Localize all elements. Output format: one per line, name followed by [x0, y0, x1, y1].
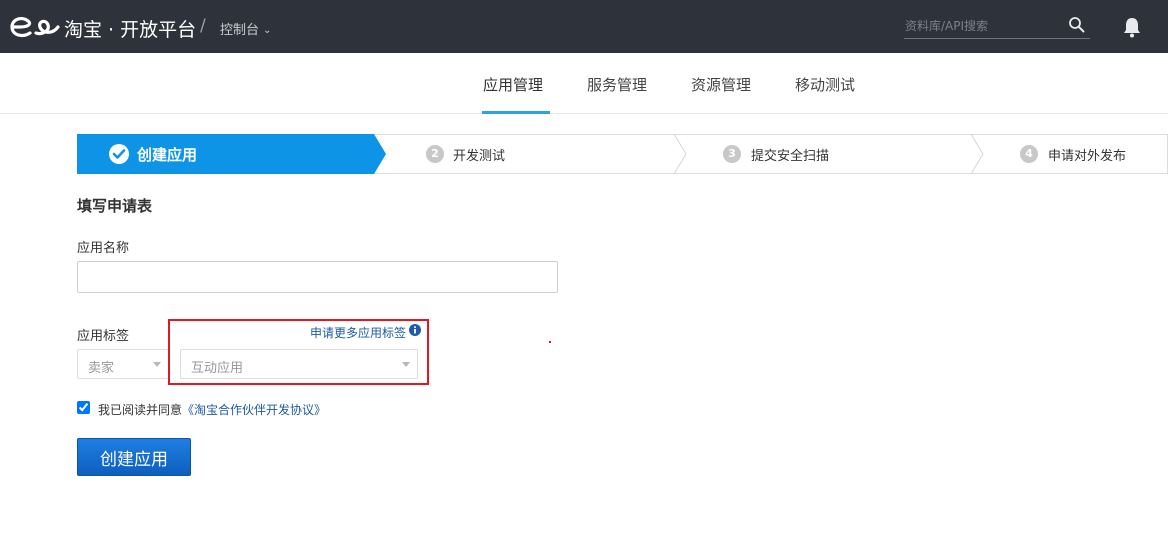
step-create-app: 创建应用 [77, 134, 377, 174]
create-app-button[interactable]: 创建应用 [77, 438, 191, 476]
step-publish: 4 申请对外发布 [1019, 134, 1168, 174]
nav-resource-management[interactable]: 资源管理 [691, 74, 751, 95]
chevron-down-icon: ⌄ [263, 25, 272, 36]
form-title: 填写申请表 [77, 197, 153, 215]
nav-app-management[interactable]: 应用管理 [483, 74, 543, 95]
search-icon[interactable] [1068, 16, 1086, 34]
step-number-badge: 2 [426, 145, 444, 163]
step-label: 提交安全扫描 [751, 149, 830, 164]
step-number-badge: 4 [1020, 145, 1038, 163]
caret-down-icon [153, 362, 161, 367]
tag-category-select[interactable]: 卖家 [77, 349, 169, 379]
tag-category-value: 卖家 [88, 361, 115, 376]
nav-mobile-testing[interactable]: 移动测试 [795, 74, 855, 95]
api-search-input[interactable] [904, 15, 1064, 37]
app-name-input[interactable] [77, 261, 558, 293]
info-icon[interactable] [409, 324, 421, 336]
main-nav: 应用管理 服务管理 资源管理 移动测试 [0, 53, 1168, 114]
nav-service-management[interactable]: 服务管理 [587, 74, 647, 95]
step-security-scan: 3 提交安全扫描 [722, 134, 962, 174]
taobao-logo-icon[interactable] [8, 13, 60, 41]
step-wizard: 创建应用 2 开发测试 3 提交安全扫描 4 申请对外发布 [77, 134, 1168, 174]
step-label: 开发测试 [453, 149, 506, 164]
agreement-text: 我已阅读并同意《淘宝合作伙伴开发协议》 [98, 401, 326, 418]
step-dev-test: 2 开发测试 [424, 134, 664, 174]
app-name-label: 应用名称 [77, 241, 130, 256]
notification-bell-icon[interactable] [1121, 16, 1143, 38]
tag-type-select[interactable]: 互动应用 [180, 349, 418, 379]
app-tags-label: 应用标签 [77, 329, 130, 344]
api-search [904, 15, 1090, 39]
agreement-link[interactable]: 《淘宝合作伙伴开发协议》 [182, 403, 326, 417]
top-bar: 淘宝 · 开放平台 / 控制台 ⌄ [0, 0, 1168, 53]
apply-more-tags-link[interactable]: 申请更多应用标签 [310, 324, 406, 341]
console-label: 控制台 [220, 23, 260, 38]
platform-title[interactable]: 淘宝 · 开放平台 [64, 15, 196, 42]
console-dropdown[interactable]: 控制台 ⌄ [220, 19, 271, 38]
agreement-prefix: 我已阅读并同意 [98, 403, 183, 417]
caret-down-icon [402, 362, 410, 367]
breadcrumb-separator: / [200, 16, 206, 36]
step-label: 申请对外发布 [1048, 149, 1127, 164]
annotation-dot [549, 341, 551, 343]
check-circle-icon [109, 144, 129, 164]
step-label: 创建应用 [137, 146, 198, 164]
agreement-checkbox[interactable] [77, 401, 90, 414]
tag-type-value: 互动应用 [191, 361, 244, 376]
step-number-badge: 3 [723, 145, 741, 163]
active-tab-indicator [482, 111, 550, 114]
